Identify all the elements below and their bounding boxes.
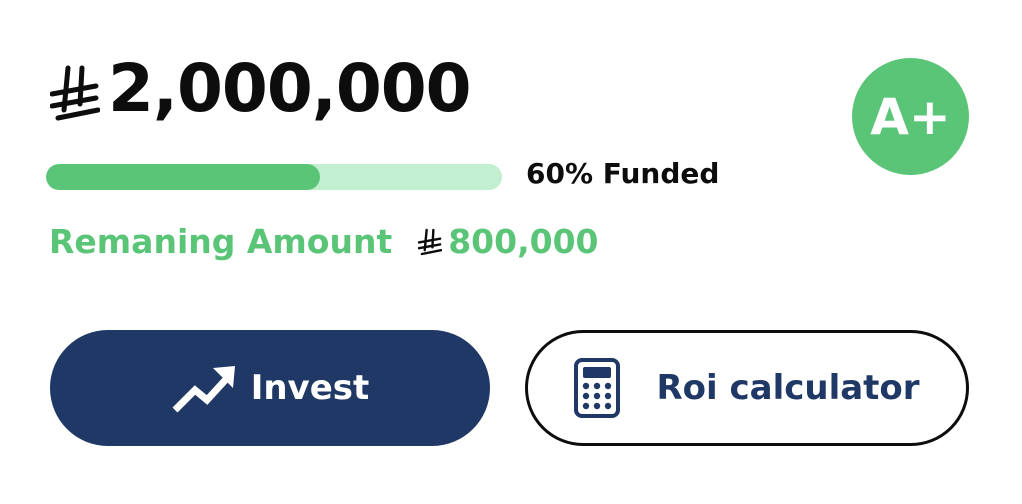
roi-calculator-button-label: Roi calculator (656, 368, 920, 408)
riyal-currency-icon (50, 65, 100, 121)
invest-button[interactable]: Invest (50, 330, 490, 446)
remaining-amount-value: 800,000 (448, 222, 599, 261)
riyal-currency-icon (418, 228, 443, 255)
roi-calculator-button[interactable]: Roi calculator (525, 330, 969, 446)
funding-progress-fill (46, 164, 320, 190)
grade-label: A+ (870, 87, 951, 146)
funding-progress-bar (46, 164, 502, 190)
calculator-icon (574, 358, 621, 418)
funding-amount-value: 2,000,000 (108, 50, 472, 127)
trending-up-icon (172, 366, 235, 413)
funded-percentage-label: 60% Funded (526, 157, 720, 190)
invest-button-label: Invest (250, 368, 370, 408)
grade-badge: A+ (852, 58, 969, 175)
funding-amount: 2,000,000 (50, 50, 472, 127)
remaining-amount-label: Remaning Amount (49, 222, 393, 261)
remaining-amount: Remaning Amount 800,000 (49, 222, 599, 261)
